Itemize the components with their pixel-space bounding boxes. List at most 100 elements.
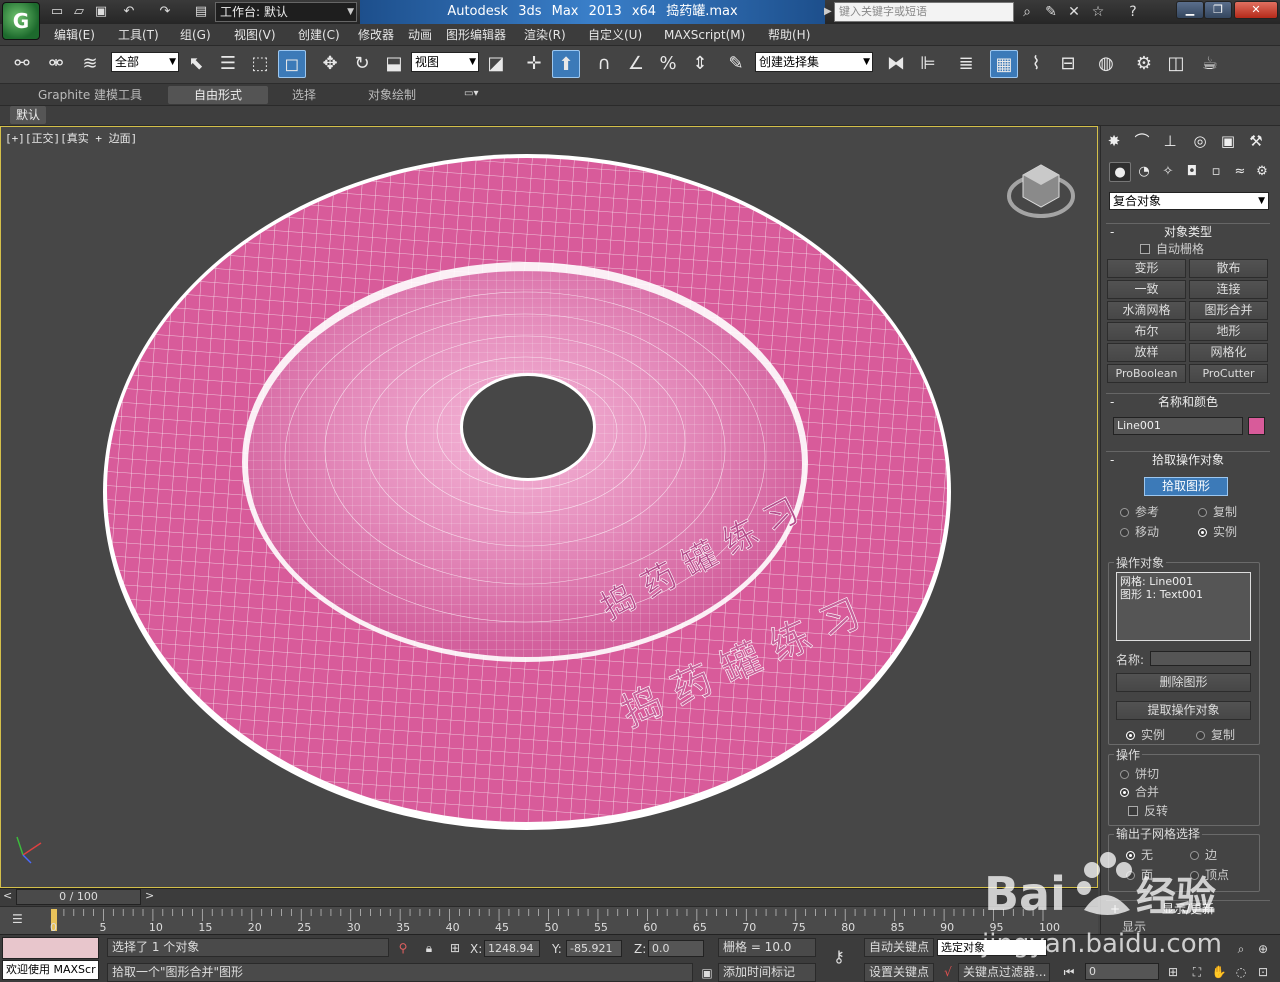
- systems-icon[interactable]: ⚙: [1251, 162, 1273, 182]
- time-config-icon[interactable]: ⊞: [1164, 963, 1182, 981]
- time-slider-thumb[interactable]: 0 / 100: [16, 889, 141, 905]
- zoom-extents-icon[interactable]: ⛶: [1188, 963, 1206, 981]
- radio-copy[interactable]: 复制: [1198, 504, 1237, 520]
- help-icon[interactable]: ?: [1122, 2, 1144, 22]
- helpers-icon[interactable]: ▫: [1205, 162, 1227, 182]
- lock-icon[interactable]: 🔒︎: [420, 939, 438, 957]
- space-warps-icon[interactable]: ≈: [1229, 162, 1251, 182]
- pivot-center-icon[interactable]: ◪: [482, 50, 510, 78]
- radio-output-none[interactable]: 无: [1126, 847, 1153, 863]
- zoom-icon[interactable]: ⌕: [1232, 940, 1250, 958]
- undo-icon[interactable]: ↶: [120, 3, 138, 21]
- modify-tab-icon[interactable]: ⌒: [1130, 130, 1154, 152]
- menu-animation[interactable]: 动画: [400, 24, 440, 46]
- graphite-toggle-icon[interactable]: ▦: [990, 50, 1018, 78]
- key-filters-button[interactable]: 关键点过滤器...: [958, 963, 1050, 982]
- binoculars-icon[interactable]: ⌕: [1016, 2, 1038, 22]
- maxscript-welcome[interactable]: 欢迎使用 MAXScr: [2, 960, 99, 980]
- snap-toggle-icon[interactable]: ∩: [590, 50, 618, 78]
- rollout-display-update[interactable]: + 显示/更新: [1106, 900, 1270, 916]
- list-item[interactable]: 图形 1: Text001: [1120, 588, 1247, 601]
- terrain-button[interactable]: 地形: [1189, 322, 1268, 341]
- morph-button[interactable]: 变形: [1107, 259, 1186, 278]
- create-tab-icon[interactable]: ✸: [1102, 130, 1126, 152]
- rect-selection-icon[interactable]: ⬚: [246, 50, 274, 78]
- proboolean-button[interactable]: ProBoolean: [1107, 364, 1186, 383]
- y-coord-input[interactable]: -85.921: [566, 940, 622, 957]
- viewport-label[interactable]: [+][正交][真实 + 边面]: [5, 130, 137, 146]
- bind-space-warp-icon[interactable]: ≋: [76, 50, 104, 78]
- pan-view-icon[interactable]: ✋: [1210, 963, 1228, 981]
- maximize-icon[interactable]: ❐: [1204, 1, 1232, 19]
- pick-shape-button[interactable]: 拾取图形: [1144, 477, 1228, 496]
- list-item[interactable]: 网格: Line001: [1120, 575, 1247, 588]
- radio-instance[interactable]: 实例: [1198, 524, 1237, 540]
- orbit-icon[interactable]: ◌: [1232, 963, 1250, 981]
- unlink-icon[interactable]: ⚮: [42, 50, 70, 78]
- minimize-icon[interactable]: ▁: [1176, 1, 1204, 19]
- new-file-icon[interactable]: ▭: [48, 3, 66, 21]
- rollout-name-color[interactable]: - 名称和颜色: [1106, 393, 1270, 409]
- render-teapot-icon[interactable]: ☕: [1196, 50, 1224, 78]
- go-to-start-icon[interactable]: ⏮: [1060, 963, 1078, 981]
- delete-shape-button[interactable]: 删除图形: [1116, 673, 1251, 692]
- tab-object-paint[interactable]: 对象绘制: [354, 86, 430, 104]
- x-coord-input[interactable]: 1248.94: [484, 940, 540, 957]
- material-editor-icon[interactable]: ◍: [1092, 50, 1120, 78]
- mirror-icon[interactable]: ⧓: [882, 50, 910, 78]
- favorites-icon[interactable]: ☆: [1087, 2, 1109, 22]
- save-file-icon[interactable]: ▣: [92, 3, 110, 21]
- radio-output-vertex[interactable]: 顶点: [1190, 867, 1229, 883]
- percent-snap-icon[interactable]: %: [654, 50, 682, 78]
- menu-rendering[interactable]: 渲染(R): [516, 24, 574, 46]
- zoom-all-icon[interactable]: ⊕: [1254, 940, 1272, 958]
- scatter-button[interactable]: 散布: [1189, 259, 1268, 278]
- loft-button[interactable]: 放样: [1107, 343, 1186, 362]
- tab-graphite[interactable]: Graphite 建模工具: [24, 86, 156, 104]
- open-file-icon[interactable]: ▱: [70, 3, 88, 21]
- menu-graph-editors[interactable]: 图形编辑器: [438, 24, 514, 46]
- angle-snap-icon[interactable]: ∠: [622, 50, 650, 78]
- named-selection-dropdown[interactable]: 创建选择集: [755, 52, 873, 72]
- align-icon[interactable]: ⊫: [914, 50, 942, 78]
- tab-default[interactable]: 默认: [10, 106, 47, 124]
- set-key-button[interactable]: 设置关键点: [864, 963, 934, 982]
- operand-name-input[interactable]: [1150, 651, 1251, 666]
- current-frame-input[interactable]: 0: [1085, 963, 1159, 980]
- rendered-frame-icon[interactable]: ◫: [1162, 50, 1190, 78]
- project-folder-icon[interactable]: ▤: [192, 3, 210, 21]
- search-arrow-icon[interactable]: ▶: [824, 6, 832, 17]
- object-name-input[interactable]: Line001: [1113, 417, 1243, 435]
- ribbon-options-icon[interactable]: ▭▾: [464, 88, 478, 99]
- trackbar-menu-icon[interactable]: ☰: [12, 912, 23, 926]
- display-tab-icon[interactable]: ▣: [1216, 130, 1240, 152]
- hierarchy-tab-icon[interactable]: ⊥: [1158, 130, 1182, 152]
- viewcube-icon[interactable]: [1007, 164, 1075, 218]
- set-key-icon[interactable]: ⚷: [830, 948, 848, 966]
- radio-output-face[interactable]: 面: [1126, 867, 1153, 883]
- schematic-view-icon[interactable]: ⊟: [1054, 50, 1082, 78]
- menu-create[interactable]: 创建(C): [290, 24, 348, 46]
- key-mode-dropdown[interactable]: 选定对象: [937, 939, 1047, 956]
- tab-selection[interactable]: 选择: [278, 86, 330, 104]
- select-manipulate-icon[interactable]: ✛: [520, 50, 548, 78]
- menu-edit[interactable]: 编辑(E): [46, 24, 103, 46]
- absolute-mode-icon[interactable]: ⊞: [446, 939, 464, 957]
- cameras-icon[interactable]: ◘: [1181, 162, 1203, 182]
- menu-tools[interactable]: 工具(T): [110, 24, 167, 46]
- select-object-icon[interactable]: ⬉: [182, 50, 210, 78]
- radio-merge[interactable]: 合并: [1120, 784, 1159, 800]
- geometry-icon[interactable]: ●: [1109, 162, 1131, 182]
- prev-frame-icon[interactable]: <: [3, 889, 12, 902]
- render-setup-icon[interactable]: ⚙: [1130, 50, 1158, 78]
- maximize-viewport-icon[interactable]: ⊡: [1254, 963, 1272, 981]
- curve-editor-icon[interactable]: ⌇: [1022, 50, 1050, 78]
- menu-maxscript[interactable]: MAXScript(M): [656, 24, 753, 46]
- communication-icon[interactable]: ✕: [1063, 2, 1085, 22]
- radio-output-edge[interactable]: 边: [1190, 847, 1217, 863]
- app-logo-icon[interactable]: G: [2, 2, 40, 40]
- radio-extract-instance[interactable]: 实例: [1126, 727, 1165, 743]
- mesher-button[interactable]: 网格化: [1189, 343, 1268, 362]
- time-tag-icon[interactable]: ▣: [698, 964, 716, 982]
- rotate-icon[interactable]: ↻: [348, 50, 376, 78]
